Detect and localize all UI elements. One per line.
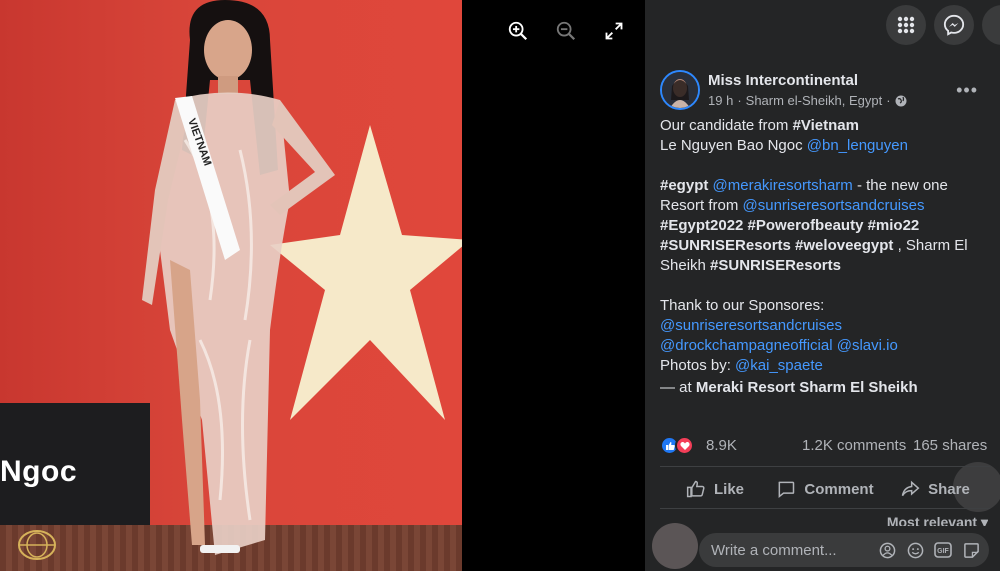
account-menu-button[interactable] xyxy=(982,5,1000,45)
post-paragraph: #egypt @merakiresortsharm - the new one … xyxy=(660,176,990,276)
post-line: Le Nguyen Bao Ngoc @bn_lenguyen xyxy=(660,136,990,156)
intercontinental-logo xyxy=(18,530,56,560)
post-text: Our candidate from #Vietnam Le Nguyen Ba… xyxy=(660,116,990,398)
sort-label: Most relevant xyxy=(886,514,978,526)
mention-link[interactable]: @sunriseresortsandcruises xyxy=(660,317,842,334)
post-line: Photos by: @kai_spaete xyxy=(660,356,990,376)
post-line: @sunriseresortsandcruises xyxy=(660,316,990,336)
menu-grid-icon[interactable] xyxy=(886,5,926,45)
mention-link[interactable]: @kai_spaete xyxy=(735,357,823,374)
share-label: Share xyxy=(928,480,970,498)
hashtag-link[interactable]: #Vietnam xyxy=(793,117,859,134)
hashtag-link[interactable]: #SUNRISEResorts xyxy=(710,257,841,274)
zoom-in-icon[interactable] xyxy=(505,18,531,44)
text-span: Our candidate from xyxy=(660,117,793,134)
divider xyxy=(660,508,990,509)
location-link[interactable]: Meraki Resort Sharm El Sheikh xyxy=(696,379,918,396)
text-span: — at xyxy=(660,379,696,396)
like-label: Like xyxy=(713,480,744,498)
chevron-down-icon: ▾ xyxy=(980,514,988,526)
post-line: @drockchampagneofficial @slavi.io xyxy=(660,336,990,356)
messenger-icon[interactable] xyxy=(934,5,974,45)
comment-label: Comment xyxy=(804,480,874,498)
comment-icon xyxy=(778,481,795,499)
text-span: Le Nguyen Bao Ngoc xyxy=(660,137,807,154)
share-button[interactable]: Share xyxy=(880,472,990,506)
comments-count[interactable]: 1.2K comments xyxy=(802,437,906,454)
comment-sort-dropdown[interactable]: Most relevant ▾ xyxy=(887,514,988,526)
reaction-icons[interactable] xyxy=(660,436,694,455)
like-icon xyxy=(686,480,705,498)
post-photo[interactable]: Ngoc VIETNAM xyxy=(0,0,462,571)
top-bar xyxy=(645,0,1000,56)
mention-link[interactable]: @merakiresortsharm xyxy=(713,177,853,194)
comment-tools: GIF xyxy=(877,540,989,560)
gif-icon[interactable]: GIF xyxy=(933,540,953,560)
text-span: Photos by: xyxy=(660,357,736,374)
name-sign-text: Ngoc xyxy=(0,455,77,488)
meta-separator: · xyxy=(737,93,742,108)
post-stats: 8.9K 1.2K comments 165 shares xyxy=(660,435,1000,457)
comment-placeholder: Write a comment... xyxy=(711,541,837,559)
zoom-out-icon[interactable] xyxy=(553,18,579,44)
divider xyxy=(660,466,990,467)
sticker-icon[interactable] xyxy=(961,540,981,560)
emoji-icon[interactable] xyxy=(905,540,925,560)
post-panel: Miss Intercontinental 19 h · Sharm el-Sh… xyxy=(645,0,1000,571)
post-header: Miss Intercontinental 19 h · Sharm el-Sh… xyxy=(660,70,990,112)
post-location[interactable]: Sharm el-Sheikh, Egypt xyxy=(746,93,883,108)
post-actions: Like Comment Share xyxy=(660,472,990,506)
mention-link[interactable]: @slavi.io xyxy=(837,337,898,354)
post-time[interactable]: 19 h xyxy=(708,93,733,108)
like-button[interactable]: Like xyxy=(660,472,770,506)
user-avatar[interactable] xyxy=(652,523,698,569)
hashtag-links[interactable]: #Egypt2022 #Powerofbeauty #mio22 #SUNRIS… xyxy=(660,217,919,254)
post-line: Thank to our Sponsores: xyxy=(660,297,825,314)
photo-viewer: Ngoc VIETNAM xyxy=(0,0,645,571)
post-meta: 19 h · Sharm el-Sheikh, Egypt · xyxy=(708,93,907,108)
mention-link[interactable]: @bn_lenguyen xyxy=(807,137,908,154)
shares-count[interactable]: 165 shares xyxy=(913,437,987,454)
mention-link[interactable]: @drockchampagneofficial xyxy=(660,337,833,354)
hashtag-link[interactable]: #egypt xyxy=(660,177,708,194)
reaction-count[interactable]: 8.9K xyxy=(706,437,737,454)
meta-separator: · xyxy=(886,93,891,108)
fullscreen-icon[interactable] xyxy=(601,18,627,44)
comment-composer: Write a comment... GIF xyxy=(645,523,1000,571)
share-icon xyxy=(901,480,920,497)
globe-icon xyxy=(895,95,907,106)
svg-text:GIF: GIF xyxy=(937,548,949,555)
post-line: Our candidate from #Vietnam xyxy=(660,116,990,136)
candidate-figure: VIETNAM xyxy=(142,0,335,555)
more-options-icon[interactable]: ••• xyxy=(956,80,978,101)
page-name[interactable]: Miss Intercontinental xyxy=(708,72,858,89)
love-reaction-icon xyxy=(675,436,694,455)
comment-input[interactable]: Write a comment... GIF xyxy=(699,533,989,567)
avatar-sticker-icon[interactable] xyxy=(877,540,897,560)
comment-button[interactable]: Comment xyxy=(770,472,880,506)
page-avatar[interactable] xyxy=(660,70,700,110)
mention-link[interactable]: @sunriseresortsandcruises xyxy=(743,197,925,214)
post-line: — at Meraki Resort Sharm El Sheikh xyxy=(660,378,990,398)
